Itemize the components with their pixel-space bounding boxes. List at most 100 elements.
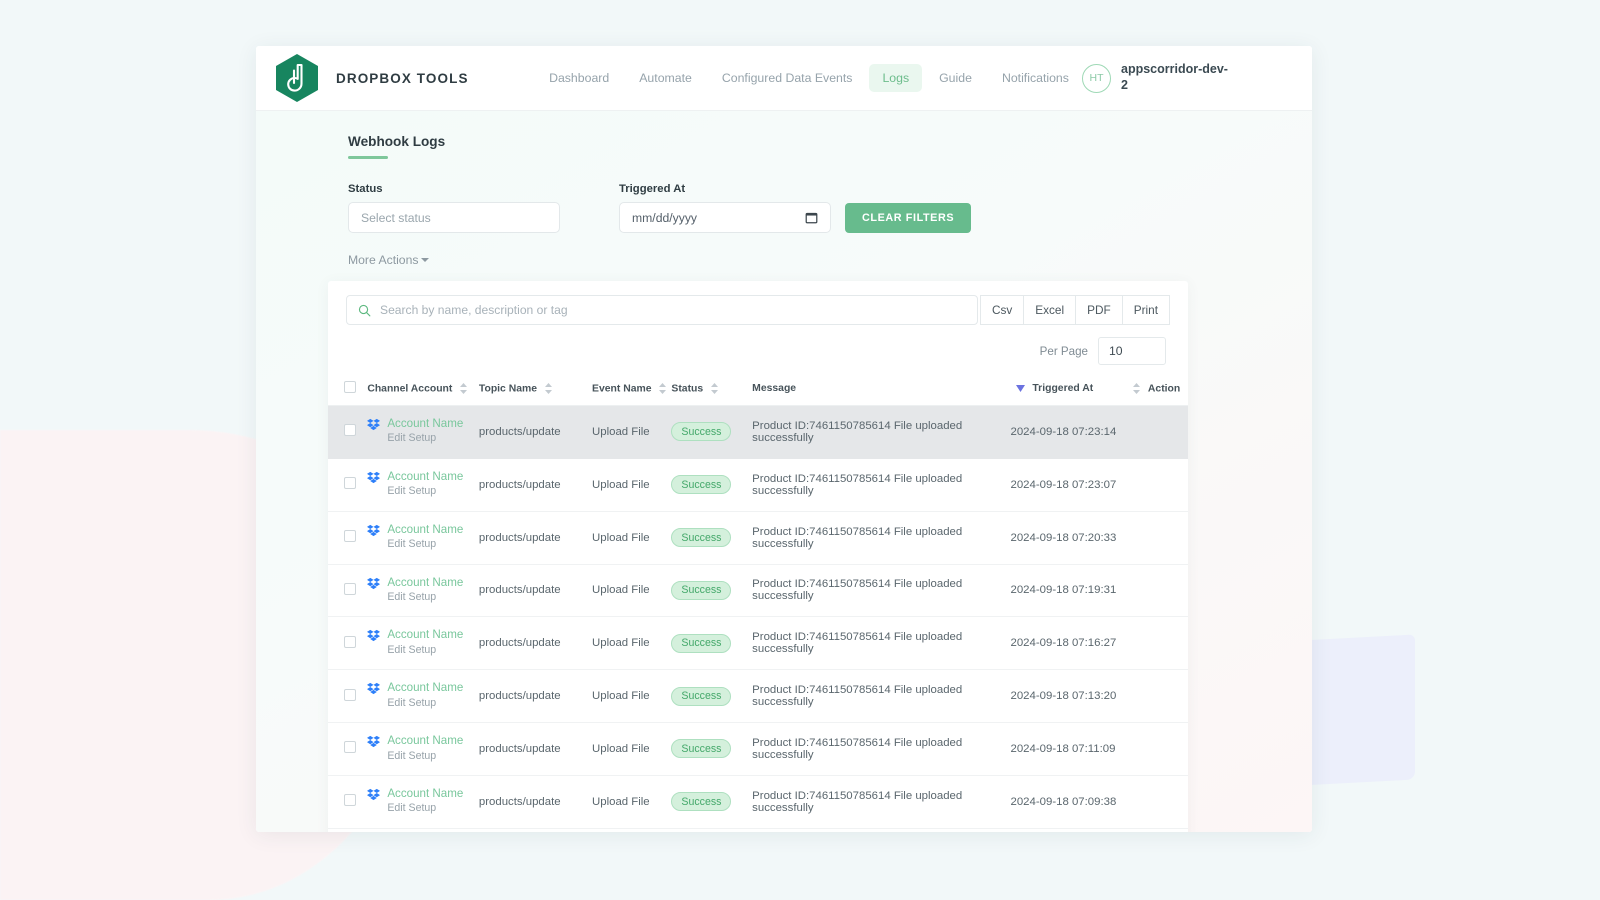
dropbox-icon (367, 630, 381, 642)
cell-action[interactable] (1128, 775, 1188, 829)
account-name-link[interactable]: Account Name (387, 681, 463, 695)
search-input[interactable] (380, 303, 966, 317)
per-page-input[interactable]: 10 (1098, 337, 1166, 365)
sort-icon-status[interactable] (711, 382, 719, 394)
account-name-link[interactable]: Account Name (387, 417, 463, 431)
account-name-link[interactable]: Account Name (387, 523, 463, 537)
cell-action[interactable] (1128, 564, 1188, 618)
brand-area[interactable]: DROPBOX TOOLS (256, 53, 576, 103)
table-row[interactable]: Account NameEdit Setupproducts/updateUpl… (328, 564, 1188, 618)
col-action-label: Action (1147, 383, 1181, 395)
export-csv-button[interactable]: Csv (979, 295, 1025, 325)
account-name-link[interactable]: Account Name (387, 470, 463, 484)
sort-icon-topic-name[interactable] (544, 382, 552, 394)
nav-item-logs[interactable]: Logs (869, 64, 923, 92)
edit-setup-link[interactable]: Edit Setup (387, 590, 463, 605)
table-row[interactable]: Account NameEdit Setupproducts/updateUpl… (328, 722, 1188, 776)
calendar-icon[interactable] (805, 211, 818, 224)
cell-action[interactable] (1128, 669, 1188, 724)
row-checkbox[interactable] (344, 582, 356, 595)
edit-setup-link[interactable]: Edit Setup (387, 643, 463, 658)
dropbox-hexagon-logo-icon (276, 54, 318, 102)
table-row[interactable]: Account NameEdit Setupproducts/updateUpl… (328, 669, 1188, 724)
sort-icon-event-name[interactable] (659, 382, 667, 394)
edit-setup-link[interactable]: Edit Setup (387, 537, 463, 552)
export-pdf-button[interactable]: PDF (1076, 295, 1123, 325)
search-box[interactable] (346, 295, 978, 325)
status-badge: Success (671, 528, 732, 548)
account-name-link[interactable]: Account Name (387, 734, 463, 748)
edit-setup-link[interactable]: Edit Setup (387, 801, 463, 816)
account-name-link[interactable]: Account Name (387, 787, 463, 801)
cell-status: Success (671, 669, 753, 724)
row-select-cell (328, 669, 368, 724)
col-channel-account[interactable]: Channel Account (367, 375, 479, 406)
export-print-button[interactable]: Print (1122, 295, 1170, 325)
table-row[interactable]: Account NameEdit Setupproducts/updateUpl… (328, 458, 1188, 512)
row-checkbox[interactable] (344, 477, 356, 490)
triggered-at-date-input[interactable]: mm/dd/yyyy (619, 202, 831, 233)
row-checkbox[interactable] (344, 794, 356, 807)
sort-icon-triggered-at-desc[interactable] (1015, 384, 1025, 392)
edit-setup-link[interactable]: Edit Setup (387, 484, 463, 499)
cell-channel-account: Account NameEdit Setup (367, 458, 479, 512)
cell-triggered-at: 2024-09-18 07:16:27 (1010, 616, 1129, 671)
user-menu[interactable]: HT appscorridor-dev-2 (1082, 62, 1312, 93)
table-row[interactable]: Account NameEdit Setupproducts/updateUpl… (328, 511, 1188, 565)
cell-topic-name: products/update (478, 828, 593, 832)
clear-filters-button[interactable]: CLEAR FILTERS (845, 203, 972, 233)
more-actions-dropdown[interactable]: More Actions (348, 253, 430, 267)
row-checkbox[interactable] (344, 688, 356, 701)
row-checkbox[interactable] (344, 635, 356, 648)
account-name-link[interactable]: Account Name (387, 628, 463, 642)
row-checkbox[interactable] (344, 530, 356, 543)
table-row[interactable]: Account NameEdit Setupproducts/updateUpl… (328, 775, 1188, 829)
sort-icon-action[interactable] (1133, 382, 1141, 394)
cell-channel-account: Account NameEdit Setup (367, 828, 479, 832)
row-select-cell (328, 775, 368, 829)
col-action[interactable]: Action (1128, 375, 1188, 406)
cell-message: Product ID:7461150785614 File uploaded s… (752, 616, 1011, 671)
nav-item-automate[interactable]: Automate (626, 64, 705, 92)
nav-item-guide[interactable]: Guide (926, 64, 985, 92)
status-filter-label: Status (348, 183, 383, 195)
cell-event-name: Upload File (592, 564, 672, 618)
col-status[interactable]: Status (671, 375, 753, 406)
filters-bar: Status Select status Triggered At mm/dd/… (348, 183, 1248, 233)
nav-item-dashboard[interactable]: Dashboard (536, 64, 622, 92)
row-checkbox[interactable] (344, 424, 356, 437)
sort-icon-channel-account[interactable] (460, 382, 468, 394)
cell-action[interactable] (1128, 616, 1188, 671)
col-event-name[interactable]: Event Name (592, 375, 672, 406)
status-select[interactable]: Select status (348, 202, 560, 233)
cell-action[interactable] (1128, 405, 1188, 459)
table-row[interactable]: Account NameEdit Setupproducts/updateUpl… (328, 405, 1188, 459)
cell-action[interactable] (1128, 458, 1188, 512)
cell-message: Product ID:7461150785614 File uploaded s… (752, 722, 1011, 776)
app-window: DROPBOX TOOLS Dashboard Automate Configu… (256, 46, 1312, 832)
page-content: Webhook Logs Status Select status Trigge… (256, 111, 1312, 832)
per-page-label: Per Page (1039, 344, 1088, 358)
nav-item-notifications[interactable]: Notifications (989, 64, 1082, 92)
triggered-at-filter-label: Triggered At (619, 183, 686, 195)
cell-topic-name: products/update (478, 775, 593, 829)
select-all-checkbox[interactable] (344, 381, 356, 393)
table-row[interactable]: Account NameEdit Setupproducts/updateUpl… (328, 828, 1188, 832)
status-badge: Success (671, 686, 732, 706)
export-excel-button[interactable]: Excel (1024, 295, 1077, 325)
table-row[interactable]: Account NameEdit Setupproducts/updateUpl… (328, 616, 1188, 671)
row-checkbox[interactable] (344, 741, 356, 754)
triggered-at-filter-group: Triggered At mm/dd/yyyy (619, 183, 831, 233)
cell-action[interactable] (1128, 722, 1188, 776)
edit-setup-link[interactable]: Edit Setup (387, 431, 463, 446)
cell-channel-account: Account NameEdit Setup (367, 564, 479, 618)
col-triggered-at[interactable]: Triggered At (1010, 375, 1129, 406)
edit-setup-link[interactable]: Edit Setup (387, 696, 463, 711)
cell-action[interactable] (1128, 828, 1188, 832)
edit-setup-link[interactable]: Edit Setup (387, 749, 463, 764)
cell-topic-name: products/update (478, 722, 593, 776)
nav-item-configured-data-events[interactable]: Configured Data Events (709, 64, 866, 92)
col-topic-name[interactable]: Topic Name (478, 375, 593, 406)
account-name-link[interactable]: Account Name (387, 576, 463, 590)
cell-action[interactable] (1128, 511, 1188, 565)
